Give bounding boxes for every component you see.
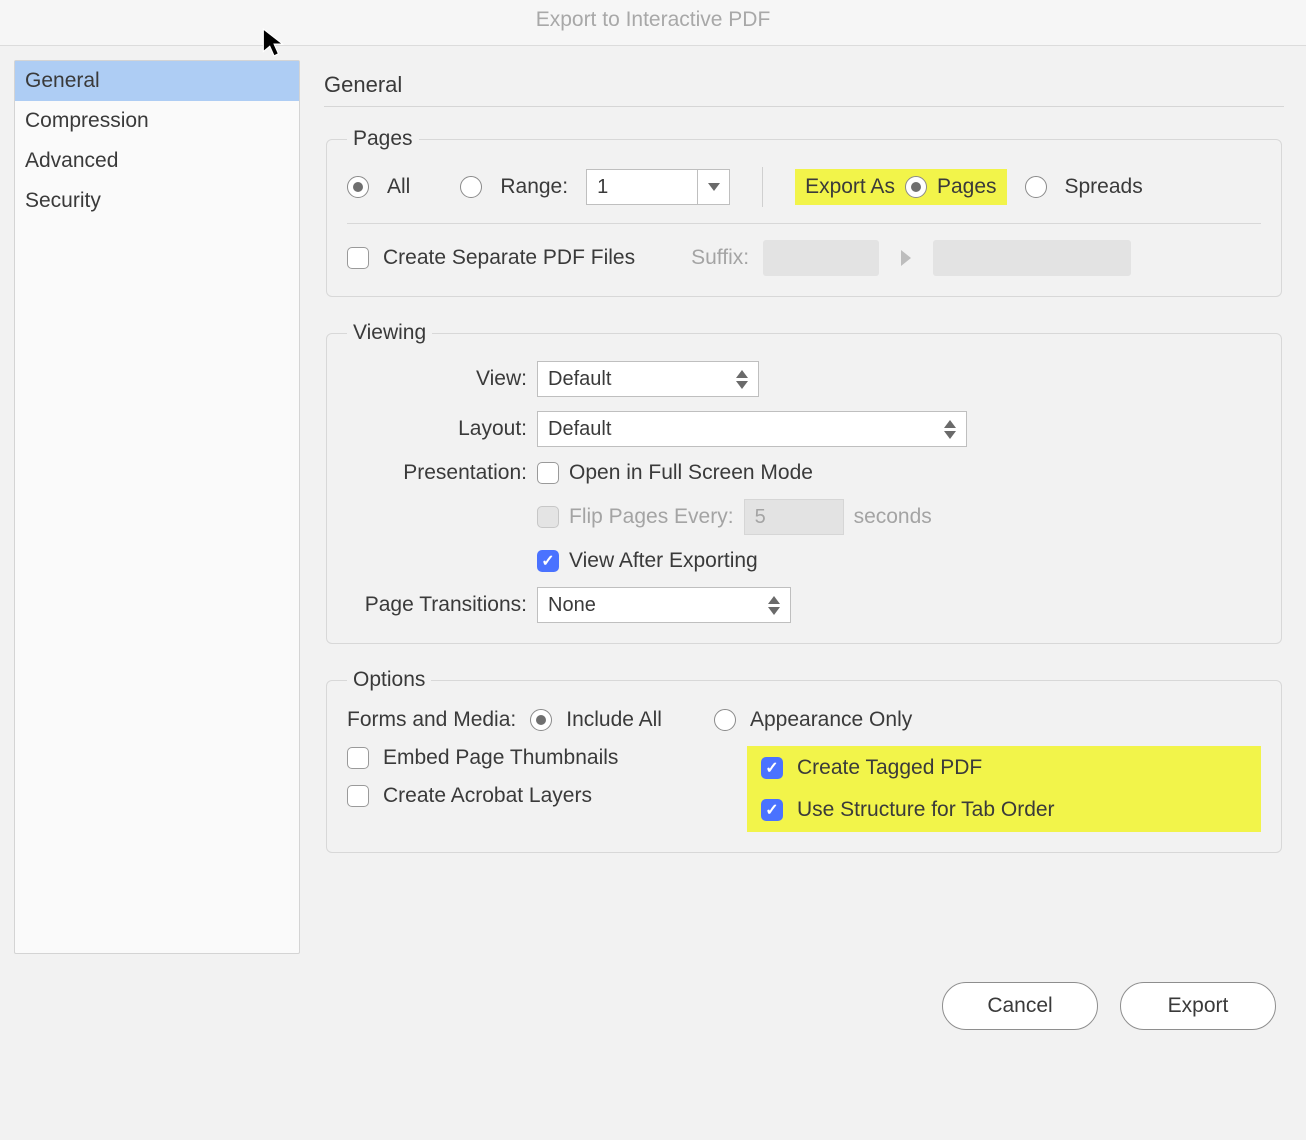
options-legend: Options [347, 668, 431, 692]
transitions-select[interactable]: None [537, 587, 791, 623]
sidebar: General Compression Advanced Security [14, 60, 300, 954]
view-select[interactable]: Default [537, 361, 759, 397]
checkbox-acrobat-layers[interactable] [347, 785, 369, 807]
checkbox-tab-order-label: Use Structure for Tab Order [797, 798, 1055, 822]
radio-pages-label: Pages [937, 175, 997, 199]
checkbox-tab-order[interactable] [761, 799, 783, 821]
checkbox-view-after-label: View After Exporting [569, 549, 758, 573]
radio-spreads-label: Spreads [1065, 175, 1143, 199]
checkbox-fullscreen-label: Open in Full Screen Mode [569, 461, 813, 485]
sidebar-item-general[interactable]: General [15, 61, 299, 101]
options-highlight: Create Tagged PDF Use Structure for Tab … [747, 746, 1261, 832]
section-title: General [324, 72, 1284, 98]
flip-seconds-input: 5 [744, 499, 844, 535]
checkbox-flip-pages [537, 506, 559, 528]
forms-media-label: Forms and Media: [347, 708, 516, 732]
chevron-down-icon [768, 607, 780, 615]
checkbox-tagged-pdf-label: Create Tagged PDF [797, 756, 982, 780]
dialog-title: Export to Interactive PDF [0, 0, 1306, 46]
chevron-up-icon [736, 370, 748, 378]
sidebar-item-security[interactable]: Security [15, 181, 299, 221]
section-divider [324, 106, 1284, 107]
checkbox-embed-thumbs[interactable] [347, 747, 369, 769]
main-panel: General Pages All Range: 1 Export As [300, 60, 1284, 954]
view-value: Default [548, 368, 611, 391]
dialog-footer: Cancel Export [942, 982, 1276, 1030]
sidebar-item-advanced[interactable]: Advanced [15, 141, 299, 181]
range-dropdown-button[interactable] [697, 170, 729, 204]
layout-select[interactable]: Default [537, 411, 967, 447]
layout-value: Default [548, 418, 611, 441]
presentation-label: Presentation: [347, 461, 527, 485]
suffix-field-2 [933, 240, 1131, 276]
chevron-down-icon [944, 431, 956, 439]
checkbox-create-separate[interactable] [347, 247, 369, 269]
viewing-group: Viewing View: Default Layout: Default Pr… [326, 321, 1282, 644]
radio-include-all[interactable] [530, 709, 552, 731]
suffix-label: Suffix: [691, 246, 749, 270]
cancel-button[interactable]: Cancel [942, 982, 1098, 1030]
sidebar-item-compression[interactable]: Compression [15, 101, 299, 141]
export-button[interactable]: Export [1120, 982, 1276, 1030]
pages-group: Pages All Range: 1 Export As Pages [326, 127, 1282, 297]
flip-seconds-unit: seconds [854, 505, 932, 529]
transitions-value: None [548, 594, 596, 617]
checkbox-view-after[interactable] [537, 550, 559, 572]
radio-appearance-only-label: Appearance Only [750, 708, 912, 732]
layout-label: Layout: [347, 417, 527, 441]
pages-inner-divider [347, 223, 1261, 224]
vertical-divider [762, 167, 763, 207]
pages-legend: Pages [347, 127, 419, 151]
export-as-label: Export As [805, 175, 895, 199]
radio-include-all-label: Include All [566, 708, 662, 732]
radio-range[interactable] [460, 176, 482, 198]
checkbox-acrobat-layers-label: Create Acrobat Layers [383, 784, 592, 808]
view-label: View: [347, 367, 527, 391]
radio-all-label: All [387, 175, 410, 199]
viewing-legend: Viewing [347, 321, 432, 345]
radio-pages[interactable] [905, 176, 927, 198]
triangle-right-icon [901, 250, 911, 266]
radio-spreads[interactable] [1025, 176, 1047, 198]
range-value: 1 [587, 170, 697, 204]
checkbox-fullscreen[interactable] [537, 462, 559, 484]
checkbox-flip-pages-label: Flip Pages Every: [569, 505, 734, 529]
radio-appearance-only[interactable] [714, 709, 736, 731]
chevron-down-icon [708, 183, 720, 191]
suffix-field-1 [763, 240, 879, 276]
chevron-down-icon [736, 381, 748, 389]
radio-all[interactable] [347, 176, 369, 198]
chevron-up-icon [768, 596, 780, 604]
transitions-label: Page Transitions: [347, 593, 527, 617]
chevron-up-icon [944, 420, 956, 428]
options-group: Options Forms and Media: Include All App… [326, 668, 1282, 853]
export-as-highlight: Export As Pages [795, 169, 1006, 205]
checkbox-tagged-pdf[interactable] [761, 757, 783, 779]
checkbox-embed-thumbs-label: Embed Page Thumbnails [383, 746, 618, 770]
radio-range-label: Range: [500, 175, 568, 199]
range-combo[interactable]: 1 [586, 169, 730, 205]
checkbox-create-separate-label: Create Separate PDF Files [383, 246, 635, 270]
